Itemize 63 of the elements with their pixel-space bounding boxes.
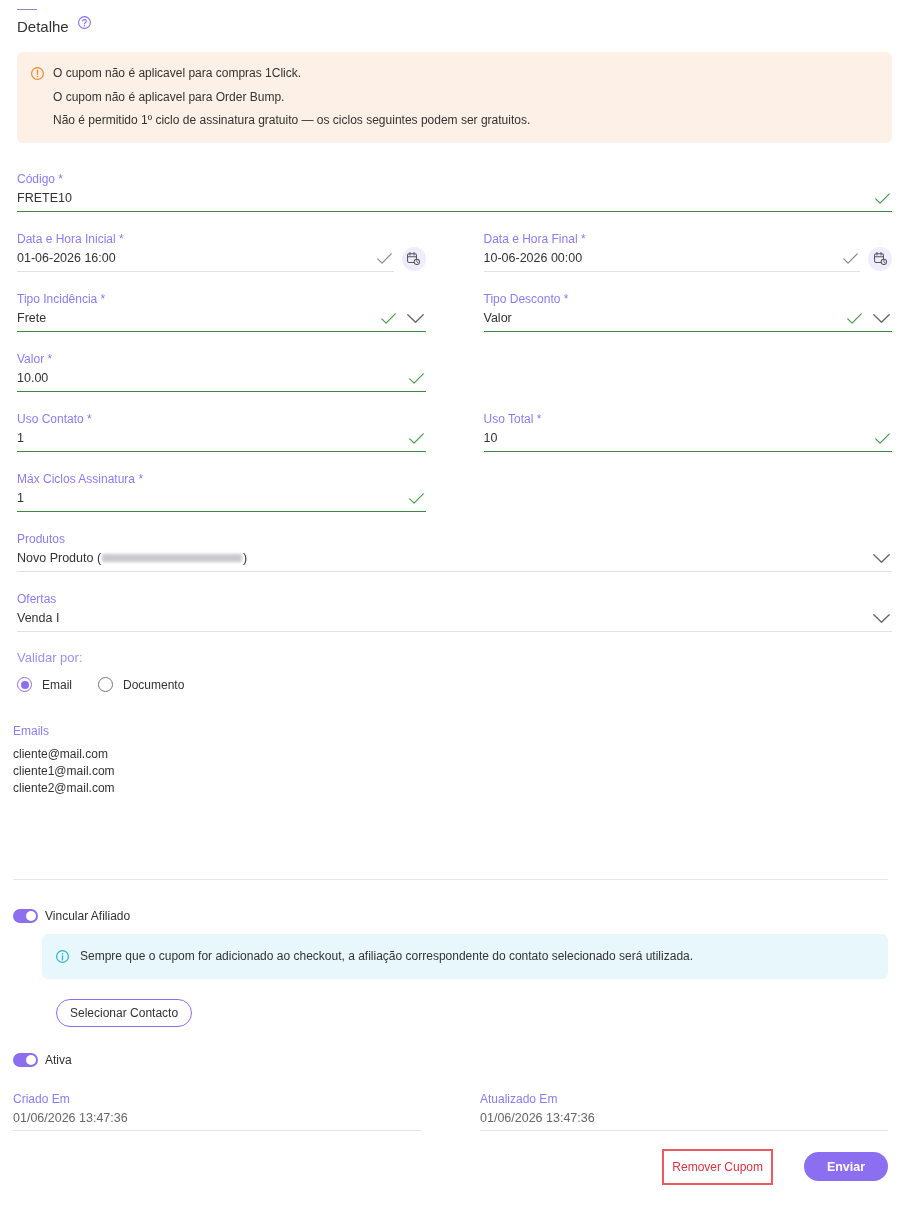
field-label: Emails (13, 723, 50, 738)
calendar-button[interactable] (868, 246, 892, 271)
text-field[interactable]: 10 (483, 425, 892, 452)
select-field[interactable]: Novo Produto ( ) (17, 545, 892, 572)
select-contact-button[interactable]: Selecionar Contacto (56, 998, 193, 1027)
help-icon[interactable] (77, 16, 91, 29)
chevron-down-icon (873, 313, 890, 323)
select-field[interactable]: Frete (17, 305, 426, 332)
field-label: Valor * (17, 351, 54, 366)
field-label: Ofertas (17, 591, 58, 606)
calendar-clock-icon (407, 252, 420, 265)
readonly-field: 01/06/2026 13:47:36 (13, 1105, 421, 1131)
field-label: Atualizado Em (480, 1092, 559, 1106)
warning-message: O cupom não é aplicavel para Order Bump. (53, 88, 286, 106)
field-label: Uso Contato * (17, 411, 93, 426)
warning-message: O cupom não é aplicavel para compras 1Click. (53, 65, 303, 82)
radio-label[interactable]: Documento (123, 677, 185, 692)
field-label: Criado Em (13, 1092, 71, 1106)
check-icon (408, 432, 424, 444)
field-label: Data e Hora Final * (483, 231, 587, 246)
warning-message: Não é permitido 1º ciclo de assinatura gratuito — os ciclos seguintes podem ser gratuitos. (53, 112, 531, 129)
date-field[interactable]: 01-06-2026 16:00 (17, 245, 394, 272)
text-field[interactable]: 10.00 (17, 365, 426, 392)
field-label: Uso Total * (483, 411, 543, 426)
group-label: Validar por: (17, 649, 84, 666)
info-message: Sempre que o cupom for adicionado ao checkout, a afiliação correspondente do contato selecionado será utilizada. (80, 949, 694, 963)
warning-icon (31, 67, 44, 80)
toggle-label: Vincular Afiliado (45, 908, 131, 923)
toggle-switch[interactable] (13, 908, 38, 923)
chevron-down-icon (873, 553, 890, 563)
chevron-down-icon (406, 313, 424, 323)
emails-field[interactable]: cliente@mail.com cliente1@mail.com cliente2@mail.com (13, 745, 888, 864)
text-field[interactable]: FRETE10 (17, 185, 892, 212)
calendar-button[interactable] (401, 246, 426, 271)
page-title: Detalhe (17, 18, 69, 36)
toggle-label: Ativa (45, 1052, 72, 1067)
field-label: Produtos (17, 531, 67, 546)
chevron-down-icon (873, 613, 890, 623)
check-icon (376, 252, 392, 264)
date-field[interactable]: 10-06-2026 00:00 (483, 245, 860, 272)
calendar-clock-icon (873, 252, 887, 265)
select-field[interactable]: Venda I (17, 605, 892, 632)
field-label: Código * (17, 171, 65, 186)
info-icon (56, 949, 69, 963)
field-label: Tipo Desconto * (483, 291, 570, 306)
toggle-switch[interactable] (13, 1052, 38, 1067)
check-icon (875, 432, 890, 444)
check-icon (875, 192, 890, 204)
field-label: Data e Hora Inicial * (17, 231, 125, 246)
remove-button[interactable]: Remover Cupom (662, 1148, 773, 1185)
check-icon (408, 372, 424, 384)
check-icon (380, 312, 396, 324)
check-icon (843, 252, 858, 264)
field-label: Máx Ciclos Assinatura * (17, 471, 145, 486)
select-field[interactable]: Valor (483, 305, 892, 332)
radio-label[interactable]: Email (42, 677, 72, 692)
field-label: Tipo Incidência * (17, 291, 107, 306)
text-field[interactable]: 1 (17, 485, 426, 512)
check-icon (408, 492, 424, 504)
check-icon (847, 312, 862, 324)
text-field[interactable]: 1 (17, 425, 426, 452)
send-button[interactable]: Enviar (804, 1152, 888, 1181)
readonly-field: 01/06/2026 13:47:36 (480, 1105, 888, 1131)
